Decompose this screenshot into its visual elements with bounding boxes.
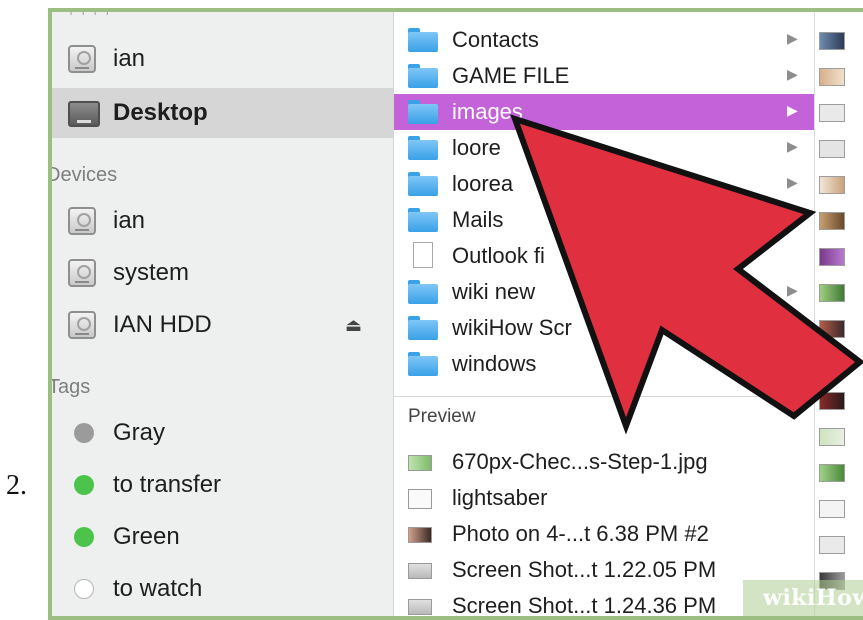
step-number: 2.: [6, 470, 27, 501]
pointer-arrow-icon: [510, 114, 863, 435]
screenshot-frame: ⌐ ⌐ ⌐ ⌐ ian Desktop Devices ian system I…: [48, 8, 863, 620]
finder-window: ⌐ ⌐ ⌐ ⌐ ian Desktop Devices ian system I…: [52, 12, 863, 616]
watermark: wikiHow: [743, 580, 863, 616]
